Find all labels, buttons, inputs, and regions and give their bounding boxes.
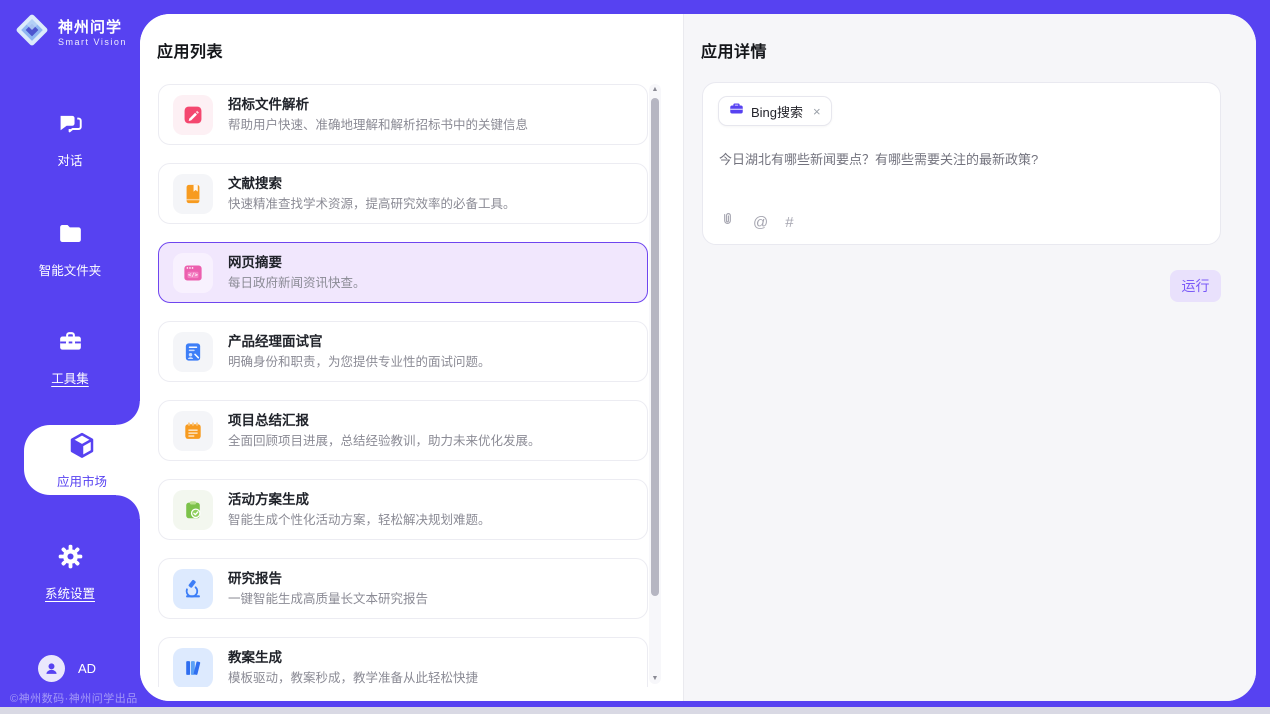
app-title: 产品经理面试官 xyxy=(228,335,491,349)
sidebar-item-app-market-active[interactable]: 应用市场 xyxy=(24,425,140,495)
app-list-panel: 应用列表 招标文件解析 帮助用户快速、准确地理解和解析招标书中的关键信息 xyxy=(140,14,683,701)
tool-tag-label: Bing搜索 xyxy=(751,102,803,121)
app-detail-title: 应用详情 xyxy=(701,38,767,62)
query-card: Bing搜索 × 今日湖北有哪些新闻要点？有哪些需要关注的最新政策? @ # xyxy=(702,82,1221,245)
user-name: AD xyxy=(78,661,96,676)
briefcase-icon xyxy=(729,101,744,121)
svg-text:</>: </> xyxy=(188,272,199,278)
notepad-icon xyxy=(173,411,213,451)
scrollbar[interactable]: ▲ ▼ xyxy=(649,84,661,684)
app-desc: 帮助用户快速、准确地理解和解析招标书中的关键信息 xyxy=(228,119,528,132)
app-title: 网页摘要 xyxy=(228,256,366,270)
app-card-literature-search[interactable]: 文献搜索 快速精准查找学术资源，提高研究效率的必备工具。 xyxy=(158,163,648,224)
mention-icon[interactable]: @ xyxy=(753,215,768,230)
avatar xyxy=(38,655,65,682)
app-card-research-report[interactable]: 研究报告 一键智能生成高质量长文本研究报告 xyxy=(158,558,648,619)
copyright-footer: ©神州数码·神州问学出品 xyxy=(10,690,138,706)
app-title: 文献搜索 xyxy=(228,177,516,191)
sidebar-item-label: 工具集 xyxy=(51,368,89,387)
app-card-lesson-plan[interactable]: 教案生成 模板驱动，教案秒成，教学准备从此轻松快捷 xyxy=(158,637,648,687)
app-detail-panel: 应用详情 Bing搜索 × 今日湖北有哪些新闻要点？有哪些需要关注的最新政策? xyxy=(683,14,1256,701)
sidebar-item-smart-folder[interactable]: 智能文件夹 xyxy=(0,220,140,279)
sidebar-item-chat[interactable]: 对话 xyxy=(0,110,140,169)
app-card-bid-parse[interactable]: 招标文件解析 帮助用户快速、准确地理解和解析招标书中的关键信息 xyxy=(158,84,648,145)
app-desc: 每日政府新闻资讯快查。 xyxy=(228,277,366,290)
app-title: 研究报告 xyxy=(228,572,428,586)
app-title: 招标文件解析 xyxy=(228,98,528,112)
sidebar-item-label: 智能文件夹 xyxy=(39,260,102,279)
app-title: 教案生成 xyxy=(228,651,478,665)
app-title: 项目总结汇报 xyxy=(228,414,541,428)
bid-document-icon xyxy=(173,95,213,135)
scroll-up-icon[interactable]: ▲ xyxy=(649,86,661,93)
sidebar-item-toolbox[interactable]: 工具集 xyxy=(0,328,140,387)
paperclip-icon[interactable] xyxy=(719,211,736,233)
brand-logo: 神州问学 Smart Vision xyxy=(14,12,127,53)
webpage-icon: </> xyxy=(173,253,213,293)
sidebar-item-label: 应用市场 xyxy=(57,471,107,490)
app-desc: 明确身份和职责，为您提供专业性的面试问题。 xyxy=(228,356,491,369)
toolbox-icon xyxy=(57,328,84,360)
user-account[interactable]: AD xyxy=(38,655,96,682)
app-card-pm-interviewer[interactable]: 产品经理面试官 明确身份和职责，为您提供专业性的面试问题。 xyxy=(158,321,648,382)
book-icon xyxy=(173,174,213,214)
app-desc: 一键智能生成高质量长文本研究报告 xyxy=(228,593,428,606)
brand-subtitle: Smart Vision xyxy=(58,37,127,47)
sidebar: 神州问学 Smart Vision 对话 智能文件夹 xyxy=(0,0,140,714)
microscope-icon xyxy=(173,569,213,609)
app-card-list: 招标文件解析 帮助用户快速、准确地理解和解析招标书中的关键信息 文献搜索 快速精… xyxy=(158,84,648,687)
query-input[interactable]: 今日湖北有哪些新闻要点？有哪些需要关注的最新政策? xyxy=(719,150,1204,170)
interviewer-document-icon xyxy=(173,332,213,372)
diamond-logo-icon xyxy=(14,12,50,53)
close-icon[interactable]: × xyxy=(813,105,821,118)
run-button[interactable]: 运行 xyxy=(1170,270,1221,302)
app-title: 活动方案生成 xyxy=(228,493,491,507)
app-desc: 模板驱动，教案秒成，教学准备从此轻松快捷 xyxy=(228,672,478,685)
cube-icon xyxy=(67,431,97,466)
app-desc: 全面回顾项目进展，总结经验教训，助力未来优化发展。 xyxy=(228,435,541,448)
hash-icon[interactable]: # xyxy=(785,215,793,230)
app-desc: 快速精准查找学术资源，提高研究效率的必备工具。 xyxy=(228,198,516,211)
scroll-down-icon[interactable]: ▼ xyxy=(649,675,661,682)
app-card-activity-plan[interactable]: 活动方案生成 智能生成个性化活动方案，轻松解决规划难题。 xyxy=(158,479,648,540)
bottom-strip xyxy=(0,707,1270,714)
app-card-web-summary[interactable]: </> 网页摘要 每日政府新闻资讯快查。 xyxy=(158,242,648,303)
scrollbar-thumb[interactable] xyxy=(651,98,659,596)
books-icon xyxy=(173,648,213,688)
chat-icon xyxy=(57,110,84,142)
app-desc: 智能生成个性化活动方案，轻松解决规划难题。 xyxy=(228,514,491,527)
app-card-project-summary[interactable]: 项目总结汇报 全面回顾项目进展，总结经验教训，助力未来优化发展。 xyxy=(158,400,648,461)
sidebar-item-settings[interactable]: 系统设置 xyxy=(0,543,140,602)
clipboard-check-icon xyxy=(173,490,213,530)
gear-icon xyxy=(57,543,84,575)
sidebar-item-label: 对话 xyxy=(57,150,82,169)
brand-name: 神州问学 xyxy=(58,19,127,37)
main-panel: 应用列表 招标文件解析 帮助用户快速、准确地理解和解析招标书中的关键信息 xyxy=(140,14,1256,701)
sidebar-item-label: 系统设置 xyxy=(45,583,95,602)
folder-icon xyxy=(57,220,84,252)
input-toolbar: @ # xyxy=(719,211,794,233)
tool-tag-bing-search[interactable]: Bing搜索 × xyxy=(718,96,832,126)
app-list-title: 应用列表 xyxy=(157,38,223,62)
